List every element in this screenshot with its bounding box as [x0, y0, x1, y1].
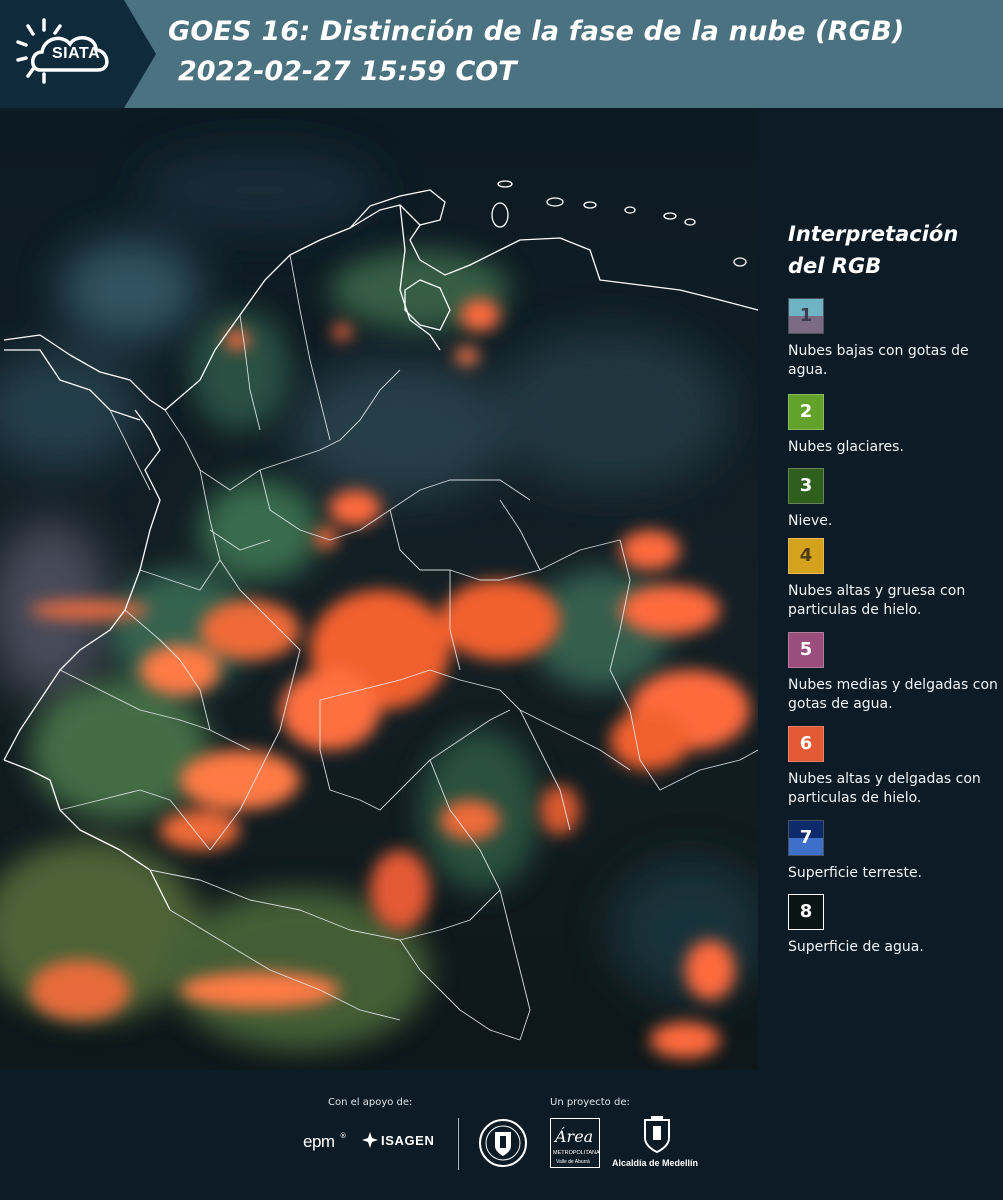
legend-number-2: 2 [799, 401, 813, 422]
legend-swatch-8: 8 [788, 894, 824, 930]
area-logo-text: Área [555, 1127, 594, 1146]
legend-swatch-3: 3 [788, 468, 824, 504]
legend-label-6: Nubes altas y delgadas con particulas de… [788, 771, 981, 806]
legend-title: Interpretación del RGB [788, 222, 959, 278]
legend-number-1: 1 [799, 305, 813, 326]
legend-swatch-6: 6 [788, 726, 824, 762]
footer-divider [458, 1118, 459, 1170]
area-logo-subtext-2: Valle de Aburrá [556, 1159, 590, 1165]
isagen-logo-text: ISAGEN [381, 1132, 435, 1148]
legend-number-6: 6 [799, 733, 813, 754]
legend-number-8: 8 [799, 901, 813, 922]
siata-logo[interactable]: SIATA [0, 0, 158, 108]
legend-item-2: 2 Nubes glaciares. [788, 394, 998, 457]
area-logo-subtext: METROPOLITANA [553, 1150, 600, 1156]
siata-brand-text: SIATA [52, 45, 101, 62]
legend-swatch-1: 1 [788, 298, 824, 334]
seal-logo[interactable] [478, 1118, 528, 1172]
legend-number-3: 3 [799, 475, 813, 496]
map-canvas [0, 110, 758, 1070]
legend-swatch-7: 7 [788, 820, 824, 856]
isagen-logo[interactable]: ISAGEN [362, 1132, 434, 1148]
legend-item-3: 3 Nieve. [788, 468, 998, 531]
alcaldia-logo-text: Alcaldía de Medellín [612, 1158, 699, 1168]
legend-item-1: 1 Nubes bajas con gotas de agua. [788, 298, 998, 380]
footer: Con el apoyo de: Un proyecto de: epm ® I… [0, 1070, 1003, 1200]
support-caption: Con el apoyo de: [328, 1097, 413, 1108]
legend-item-8: 8 Superficie de agua. [788, 894, 998, 957]
legend-number-7: 7 [799, 827, 813, 848]
seal-icon [479, 1119, 527, 1167]
legend-label-4: Nubes altas y gruesa con particulas de h… [788, 583, 966, 618]
isagen-icon [362, 1132, 378, 1148]
legend-label-7: Superficie terreste. [788, 865, 923, 881]
satellite-rgb-map[interactable] [0, 110, 758, 1070]
legend-swatch-4: 4 [788, 538, 824, 574]
legend-item-6: 6 Nubes altas y delgadas con particulas … [788, 726, 998, 808]
epm-logo[interactable]: epm ® [303, 1132, 347, 1152]
legend-label-2: Nubes glaciares. [788, 439, 904, 455]
legend-label-8: Superficie de agua. [788, 939, 924, 955]
legend-swatch-2: 2 [788, 394, 824, 430]
legend-number-4: 4 [799, 545, 813, 566]
legend-panel: Interpretación del RGB 1 Nubes bajas con… [760, 110, 1003, 1070]
legend-item-4: 4 Nubes altas y gruesa con particulas de… [788, 538, 998, 620]
alcaldia-medellin-logo[interactable]: Alcaldía de Medellín [612, 1116, 702, 1172]
legend-number-5: 5 [799, 639, 813, 660]
legend-label-5: Nubes medias y delgadas con gotas de agu… [788, 677, 998, 712]
legend-label-1: Nubes bajas con gotas de agua. [788, 343, 969, 378]
area-metropolitana-logo[interactable]: Área METROPOLITANA Valle de Aburrá [550, 1118, 600, 1168]
legend-item-5: 5 Nubes medias y delgadas con gotas de a… [788, 632, 998, 714]
legend-label-3: Nieve. [788, 513, 833, 529]
legend-item-7: 7 Superficie terreste. [788, 820, 998, 883]
project-caption: Un proyecto de: [550, 1097, 630, 1108]
epm-logo-text: epm [303, 1132, 335, 1151]
city-crest-icon [644, 1116, 670, 1154]
page-title: GOES 16: Distinción de la fase de la nub… [168, 16, 905, 47]
timestamp: 2022-02-27 15:59 COT [178, 56, 517, 87]
header-bar: SIATA GOES 16: Distinción de la fase de … [0, 0, 1003, 108]
legend-swatch-5: 5 [788, 632, 824, 668]
